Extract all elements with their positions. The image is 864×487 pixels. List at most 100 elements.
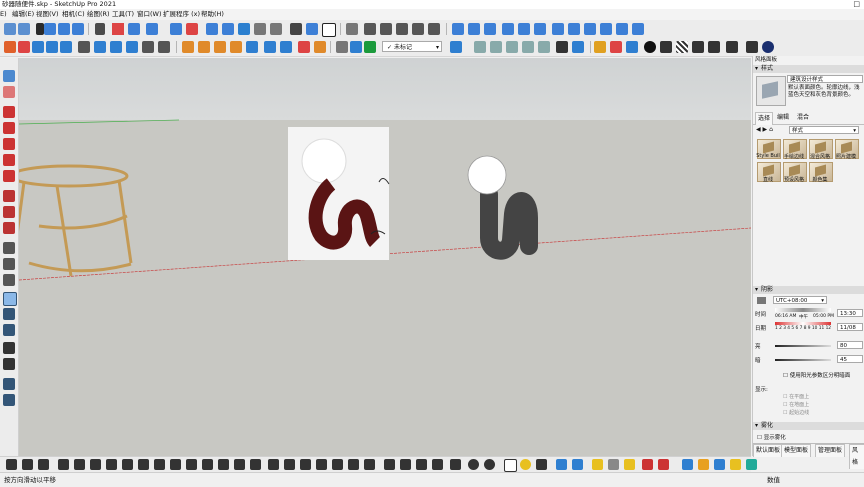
line-tool-icon[interactable] — [3, 106, 15, 118]
styles-d-icon[interactable] — [538, 41, 550, 53]
tool-22-icon[interactable] — [348, 459, 359, 470]
styles-c-icon[interactable] — [522, 41, 534, 53]
tool-29-icon[interactable] — [468, 459, 479, 470]
tool-23-icon[interactable] — [364, 459, 375, 470]
grid-icon[interactable] — [676, 41, 688, 53]
followme-tool-icon[interactable] — [3, 206, 15, 218]
photo-icon[interactable] — [306, 23, 318, 35]
camera-icon[interactable] — [346, 23, 358, 35]
tab-model-tray[interactable]: 模型面板 — [781, 444, 812, 457]
select-tool-icon[interactable] — [3, 70, 15, 82]
dark-slider[interactable] — [775, 359, 831, 361]
tool-1-icon[interactable] — [6, 459, 17, 470]
circle-icon[interactable] — [58, 23, 70, 35]
eraser-icon[interactable] — [18, 41, 30, 53]
pan-tool-icon[interactable] — [3, 292, 17, 306]
menu-extensions[interactable]: 扩展程序 (x) — [163, 9, 200, 20]
section-tool-icon[interactable] — [3, 378, 15, 390]
maximize-button[interactable]: □ — [853, 0, 860, 9]
sun-shading-option[interactable]: ☐ 使用阳光参数区分明暗面 — [783, 371, 850, 379]
edge-style-icon[interactable] — [632, 23, 644, 35]
monochrome-icon[interactable] — [584, 23, 596, 35]
menu-draw[interactable]: 绘图(R) — [87, 9, 110, 20]
tool-4-icon[interactable] — [58, 459, 69, 470]
layers-icon[interactable] — [290, 23, 302, 35]
scale-icon[interactable] — [110, 41, 122, 53]
tool-16-icon[interactable] — [250, 459, 261, 470]
on-ground-option[interactable]: ☐ 在地面上 — [783, 401, 809, 408]
add-icon[interactable] — [644, 41, 656, 53]
sandbox-icon[interactable] — [264, 41, 276, 53]
hidden-line-icon[interactable] — [534, 23, 546, 35]
shadow-toggle-icon[interactable] — [757, 297, 766, 304]
date-value[interactable]: 11/08 — [837, 323, 863, 331]
group-icon[interactable] — [270, 23, 282, 35]
date-slider[interactable] — [775, 322, 831, 325]
right-view-icon[interactable] — [412, 23, 424, 35]
menu-lines-icon[interactable] — [95, 23, 105, 35]
styles-e-icon[interactable] — [556, 41, 568, 53]
fog-icon[interactable] — [616, 23, 628, 35]
collection-select[interactable]: 样式 ▾ — [789, 126, 859, 134]
tape-tool-icon[interactable] — [3, 242, 15, 254]
bricks-icon[interactable] — [692, 41, 704, 53]
components-icon[interactable] — [626, 41, 638, 53]
tab-edit[interactable]: 编辑 — [775, 112, 791, 124]
solid-subtract-icon[interactable] — [214, 41, 226, 53]
puzzle-icon[interactable] — [660, 41, 672, 53]
tool-17-icon[interactable] — [268, 459, 279, 470]
tool-30-icon[interactable] — [484, 459, 495, 470]
look-tool-icon[interactable] — [3, 358, 15, 370]
arc-icon[interactable] — [72, 23, 84, 35]
menu-help[interactable]: 帮助(H) — [201, 9, 224, 20]
tool-43-icon[interactable] — [714, 459, 725, 470]
offset-icon[interactable] — [126, 41, 138, 53]
timezone-select[interactable]: UTC+08:00 ▾ — [773, 296, 827, 304]
styles-header[interactable]: 样式 — [753, 65, 864, 73]
cube-icon[interactable] — [450, 41, 462, 53]
split-icon[interactable] — [246, 41, 258, 53]
ruby-icon[interactable] — [610, 41, 622, 53]
on-faces-option[interactable]: ☐ 在平面上 — [783, 393, 809, 400]
tool-25-icon[interactable] — [400, 459, 411, 470]
tool-9-icon[interactable] — [138, 459, 149, 470]
smoove-icon[interactable] — [280, 41, 292, 53]
tool-26-icon[interactable] — [416, 459, 427, 470]
tab-manage-tray[interactable]: 管理面板 — [815, 444, 846, 457]
follow-me-icon[interactable] — [94, 41, 106, 53]
light-slider[interactable] — [775, 345, 831, 347]
from-edges-option[interactable]: ☐ 起始边线 — [783, 409, 809, 416]
arc-tool-icon[interactable] — [3, 154, 15, 166]
cursor-icon[interactable] — [36, 23, 44, 35]
solid-intersect-icon[interactable] — [198, 41, 210, 53]
settings-icon[interactable] — [322, 23, 336, 37]
text-tool-icon[interactable] — [3, 274, 15, 286]
time-value[interactable]: 13:30 — [837, 309, 863, 317]
tab-mix[interactable]: 混合 — [795, 112, 811, 124]
light-value[interactable]: 80 — [837, 341, 863, 349]
orbit-icon[interactable] — [18, 23, 30, 35]
tool-38-icon[interactable] — [624, 459, 635, 470]
tool-33-icon[interactable] — [536, 459, 547, 470]
dark-value[interactable]: 45 — [837, 355, 863, 363]
tool-5-icon[interactable] — [74, 459, 85, 470]
pushpull-tool-icon[interactable] — [3, 190, 15, 202]
tab-default-tray[interactable]: 默认面板 — [753, 444, 784, 457]
tool-12-icon[interactable] — [186, 459, 197, 470]
tab-style-tray[interactable]: 风格 — [849, 444, 864, 469]
tool-42-icon[interactable] — [698, 459, 709, 470]
faces-icon[interactable] — [474, 41, 486, 53]
styles-f-icon[interactable] — [572, 41, 584, 53]
tool-11-icon[interactable] — [170, 459, 181, 470]
textured-icon[interactable] — [568, 23, 580, 35]
rectangle-icon[interactable] — [44, 23, 56, 35]
tool-10-icon[interactable] — [154, 459, 165, 470]
menu-camera[interactable]: 相机(C) — [62, 9, 85, 20]
fog-header[interactable]: 雾化 — [753, 422, 864, 430]
xray-icon[interactable] — [502, 23, 514, 35]
back-view-icon[interactable] — [428, 23, 440, 35]
tool-37-icon[interactable] — [608, 459, 619, 470]
shadow-icon[interactable] — [600, 23, 612, 35]
tool-15-icon[interactable] — [234, 459, 245, 470]
zoom-extents-icon[interactable] — [3, 324, 15, 336]
